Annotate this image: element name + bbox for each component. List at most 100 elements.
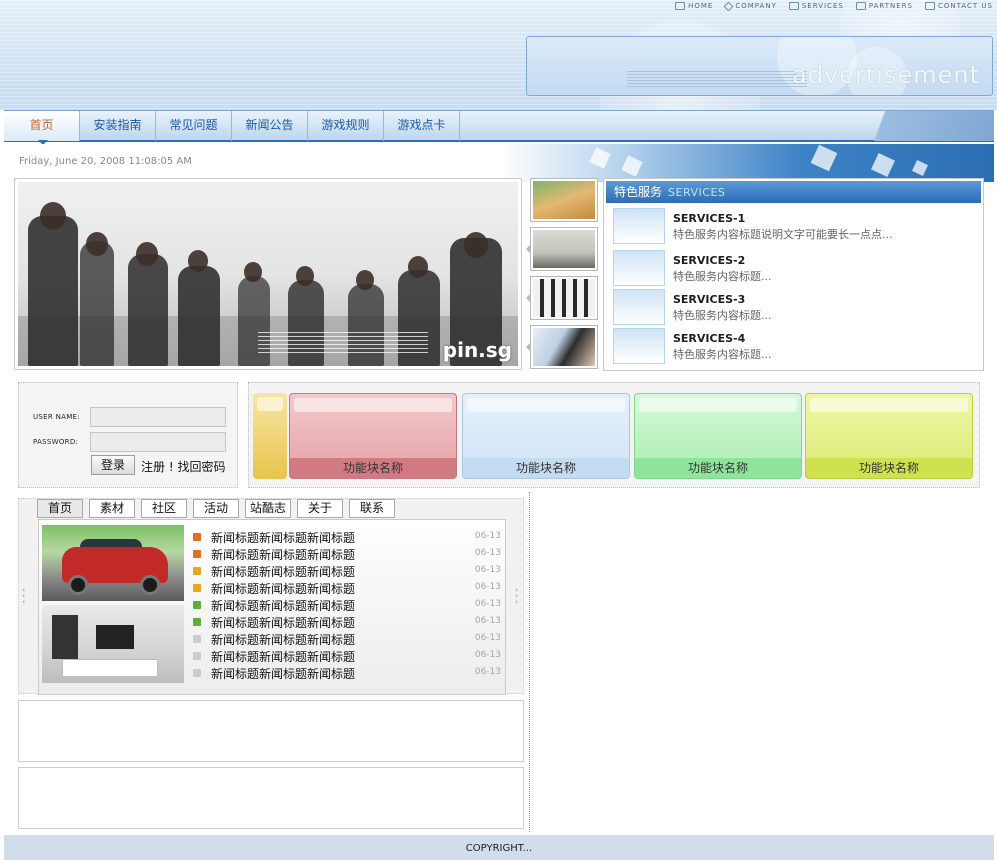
password-label: PASSWORD: <box>33 438 79 446</box>
scroll-left-arrow[interactable]: ‹ ‹ ‹ <box>22 586 26 611</box>
service-thumbnail <box>613 208 665 244</box>
service-desc: 特色服务内容标题... <box>673 309 772 322</box>
news-date: 06-13 <box>474 548 501 558</box>
username-input[interactable] <box>90 407 226 427</box>
top-links: HOME COMPANY SERVICES PARTNERS CONTACT U… <box>675 0 993 12</box>
thumbnail-people[interactable] <box>526 276 598 320</box>
toplink-services[interactable]: SERVICES <box>788 2 844 10</box>
tab-materials[interactable]: 素材 <box>89 499 135 518</box>
nav-item-faq[interactable]: 常见问题 <box>156 111 232 141</box>
toplink-partners[interactable]: PARTNERS <box>855 2 913 10</box>
news-item[interactable]: 新闻标题新闻标题新闻标题 06-13 <box>193 596 501 613</box>
feature-block[interactable]: 功能块名称 <box>462 393 630 479</box>
person-head <box>136 242 158 266</box>
news-date: 06-13 <box>474 582 501 592</box>
register-links[interactable]: 注册 ! 找回密码 <box>141 458 225 475</box>
nav-item-install[interactable]: 安装指南 <box>80 111 156 141</box>
news-content: 新闻标题新闻标题新闻标题 06-13 新闻标题新闻标题新闻标题 06-13 新闻… <box>38 519 506 695</box>
thumbnail-image <box>533 279 595 317</box>
feature-block[interactable] <box>253 393 287 479</box>
tab-contact[interactable]: 联系 <box>349 499 395 518</box>
news-title: 新闻标题新闻标题新闻标题 <box>211 565 356 579</box>
news-item[interactable]: 新闻标题新闻标题新闻标题 06-13 <box>193 528 501 545</box>
login-form: USER NAME: PASSWORD: 登录 注册 ! 找回密码 <box>18 382 238 488</box>
news-tabs: 首页 素材 社区 活动 站酷志 关于 联系 <box>37 499 395 519</box>
toplink-label: PARTNERS <box>868 2 913 10</box>
person-head <box>408 256 428 278</box>
thumbnail-arrow <box>526 293 531 303</box>
service-desc: 特色服务内容标题... <box>673 348 772 361</box>
nav-item-rules[interactable]: 游戏规则 <box>308 111 384 141</box>
service-item[interactable]: SERVICES-4 特色服务内容标题... <box>613 328 973 364</box>
person-silhouette <box>80 241 114 366</box>
thumbnail-dog[interactable] <box>530 178 598 222</box>
toplink-home[interactable]: HOME <box>675 2 713 10</box>
password-input[interactable] <box>90 432 226 452</box>
deco-square <box>871 153 895 177</box>
login-button[interactable]: 登录 <box>91 455 135 475</box>
news-item[interactable]: 新闻标题新闻标题新闻标题 06-13 <box>193 664 501 681</box>
services-title: 特色服务 <box>614 185 663 199</box>
service-item[interactable]: SERVICES-3 特色服务内容标题... <box>613 289 973 325</box>
feature-gloss <box>467 398 625 412</box>
toplink-company[interactable]: COMPANY <box>723 1 777 11</box>
toplink-label: SERVICES <box>801 2 844 10</box>
room-sofa <box>62 659 158 677</box>
thumbnail-interior[interactable] <box>526 227 598 271</box>
feature-label: 功能块名称 <box>806 458 972 478</box>
content-box-empty <box>18 700 524 762</box>
feature-block[interactable]: 功能块名称 <box>289 393 457 479</box>
news-item[interactable]: 新闻标题新闻标题新闻标题 06-13 <box>193 647 501 664</box>
feature-block[interactable]: 功能块名称 <box>805 393 973 479</box>
thumbnail-woman[interactable] <box>526 325 598 369</box>
thumbnail-image <box>533 181 595 219</box>
deco-square <box>912 160 928 176</box>
room-image[interactable] <box>42 605 184 683</box>
thumbnail-image <box>533 230 595 268</box>
news-item[interactable]: 新闻标题新闻标题新闻标题 06-13 <box>193 562 501 579</box>
tab-about[interactable]: 关于 <box>297 499 343 518</box>
hero-banner[interactable]: pin.sg <box>14 178 522 370</box>
advertisement-banner[interactable]: advertisement <box>526 36 993 96</box>
person-head <box>464 232 488 258</box>
service-item[interactable]: SERVICES-2 特色服务内容标题... <box>613 250 973 286</box>
feature-label: 功能块名称 <box>290 458 456 478</box>
toplink-label: CONTACT US <box>938 2 993 10</box>
tab-events[interactable]: 活动 <box>193 499 239 518</box>
service-thumbnail <box>613 328 665 364</box>
service-desc: 特色服务内容标题说明文字可能要长一点点... <box>673 228 893 241</box>
ad-text: advertisement <box>792 61 980 89</box>
feature-blocks: 功能块名称 功能块名称 功能块名称 功能块名称 <box>248 382 980 488</box>
services-title-en: SERVICES <box>668 186 726 199</box>
feature-gloss <box>294 398 452 412</box>
diamond-icon <box>723 1 734 11</box>
toplink-contact[interactable]: CONTACT US <box>925 2 993 10</box>
news-item[interactable]: 新闻标题新闻标题新闻标题 06-13 <box>193 579 501 596</box>
nav-item-home[interactable]: 首页 <box>4 111 80 141</box>
car-image[interactable] <box>42 525 184 601</box>
column-divider <box>529 492 530 832</box>
toplink-label: COMPANY <box>735 2 777 10</box>
nav-item-cards[interactable]: 游戏点卡 <box>384 111 460 141</box>
service-desc: 特色服务内容标题... <box>673 270 772 283</box>
feature-block[interactable]: 功能块名称 <box>634 393 802 479</box>
news-item[interactable]: 新闻标题新闻标题新闻标题 06-13 <box>193 613 501 630</box>
tab-community[interactable]: 社区 <box>141 499 187 518</box>
tab-home[interactable]: 首页 <box>37 499 83 518</box>
news-item[interactable]: 新闻标题新闻标题新闻标题 06-13 <box>193 545 501 562</box>
person-silhouette <box>128 254 168 366</box>
person-head <box>356 270 374 290</box>
news-date: 06-13 <box>474 599 501 609</box>
deco-square <box>621 155 643 177</box>
news-title: 新闻标题新闻标题新闻标题 <box>211 548 356 562</box>
news-item[interactable]: 新闻标题新闻标题新闻标题 06-13 <box>193 630 501 647</box>
news-date: 06-13 <box>474 633 501 643</box>
nav-item-news[interactable]: 新闻公告 <box>232 111 308 141</box>
person-head <box>86 232 108 256</box>
service-item[interactable]: SERVICES-1 特色服务内容标题说明文字可能要长一点点... <box>613 208 973 244</box>
person-head <box>296 266 314 286</box>
scroll-right-arrow[interactable]: › › › <box>515 586 519 611</box>
tab-magazine[interactable]: 站酷志 <box>245 499 291 518</box>
person-head <box>40 202 66 230</box>
service-title: SERVICES-4 <box>673 332 746 345</box>
